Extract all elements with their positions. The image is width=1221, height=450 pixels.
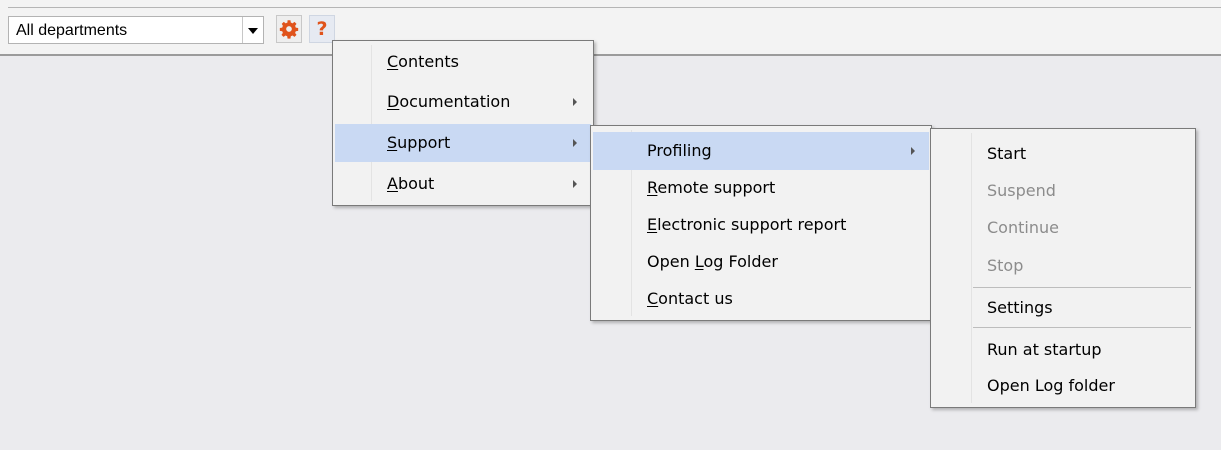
department-dropdown[interactable]: All departments (8, 16, 264, 44)
menu-item-support[interactable]: Support (335, 124, 591, 162)
menu-separator (973, 327, 1191, 328)
toolbar-divider (8, 7, 1221, 8)
menu-item-start[interactable]: Start (933, 135, 1193, 173)
menu-item-documentation[interactable]: Documentation (335, 83, 591, 121)
menu-item-open-log-folder[interactable]: Open Log Folder (593, 243, 929, 281)
menu-item-label-post: ontents (398, 52, 459, 71)
menu-item-stop[interactable]: Stop (933, 247, 1193, 285)
menu-item-profiling[interactable]: Profiling (593, 132, 929, 170)
chevron-right-icon (573, 139, 577, 147)
menu-item-label: Run at startup (987, 340, 1102, 359)
profiling-submenu: Start Suspend Continue Stop Settings Run… (930, 128, 1196, 408)
menu-item-suspend[interactable]: Suspend (933, 172, 1193, 210)
menu-separator (973, 287, 1191, 288)
chevron-down-icon[interactable] (242, 17, 263, 43)
menu-item-mnemonic: A (387, 174, 398, 193)
settings-button[interactable] (276, 15, 302, 43)
menu-item-electronic-support-report[interactable]: Electronic support report (593, 206, 929, 244)
menu-item-label-post: bout (397, 174, 435, 193)
chevron-right-icon (911, 147, 915, 155)
menu-item-label-post: ontact us (658, 289, 733, 308)
menu-item-mnemonic: C (647, 289, 659, 308)
menu-item-label-post: ocumentation (399, 92, 511, 111)
chevron-right-icon (573, 98, 577, 106)
menu-item-about[interactable]: About (335, 165, 591, 203)
menu-item-contact-us[interactable]: Contact us (593, 280, 929, 318)
menu-item-open-log-folder[interactable]: Open Log folder (933, 367, 1193, 405)
menu-item-contents[interactable]: Contents (335, 43, 591, 81)
menu-item-label: Open Log folder (987, 376, 1115, 395)
menu-item-label-post: og Folder (703, 252, 778, 271)
menu-item-mnemonic: E (647, 215, 658, 234)
menu-item-run-at-startup[interactable]: Run at startup (933, 331, 1193, 369)
menu-item-label: Continue (987, 218, 1059, 237)
toolbar: All departments ? (0, 0, 1221, 56)
chevron-right-icon (573, 180, 577, 188)
menu-item-label: Suspend (987, 181, 1056, 200)
menu-item-continue[interactable]: Continue (933, 209, 1193, 247)
menu-item-mnemonic: R (647, 178, 658, 197)
menu-item-remote-support[interactable]: Remote support (593, 169, 929, 207)
menu-item-label-pre: Profiling (647, 141, 712, 160)
menu-item-label-post: upport (397, 133, 451, 152)
menu-item-mnemonic: D (387, 92, 400, 111)
menu-item-mnemonic: C (387, 52, 399, 71)
help-icon: ? (316, 18, 328, 40)
menu-item-label-post: emote support (657, 178, 776, 197)
menu-item-label: Stop (987, 256, 1024, 275)
menu-item-label-pre: Open (647, 252, 695, 271)
help-button[interactable]: ? (309, 15, 335, 43)
department-dropdown-value: All departments (16, 22, 128, 39)
menu-item-label-post: lectronic support report (657, 215, 847, 234)
menu-item-mnemonic: S (387, 133, 398, 152)
help-menu: Contents Documentation Support About (332, 40, 594, 206)
support-submenu: Profiling Remote support Electronic supp… (590, 125, 932, 321)
menu-item-settings[interactable]: Settings (933, 289, 1193, 327)
menu-item-label: Start (987, 144, 1027, 163)
gear-icon (279, 20, 299, 39)
menu-item-label: Settings (987, 298, 1053, 317)
